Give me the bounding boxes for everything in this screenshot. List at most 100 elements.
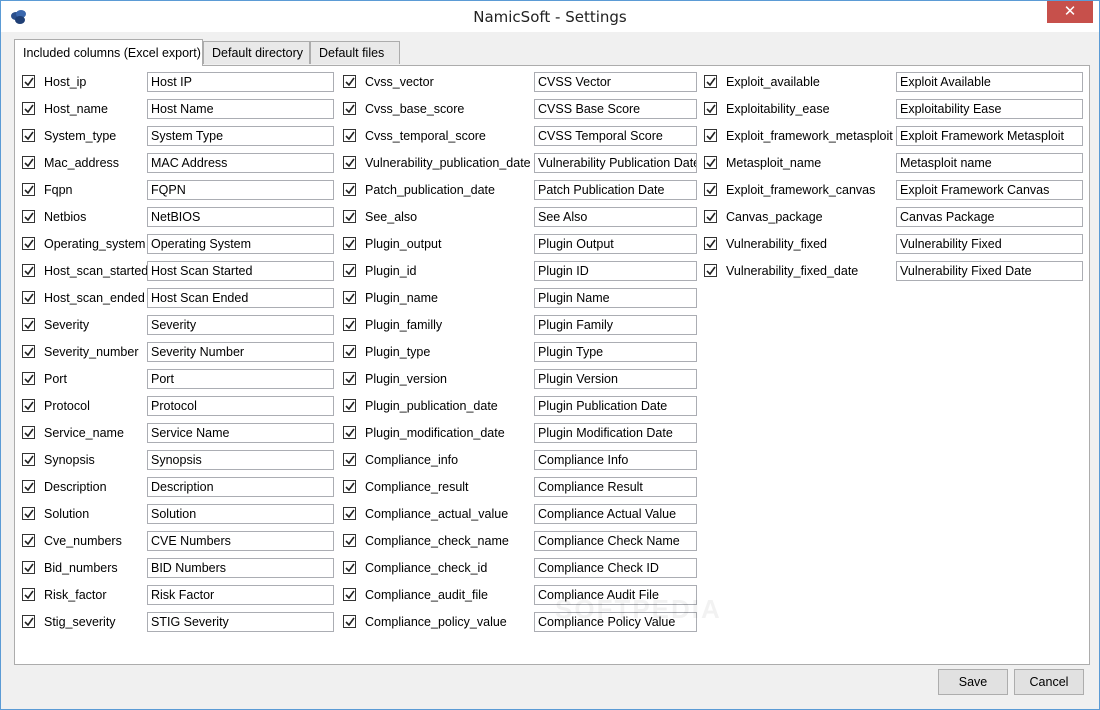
include-checkbox[interactable] (343, 129, 356, 142)
include-checkbox[interactable] (343, 426, 356, 439)
include-checkbox[interactable] (22, 507, 35, 520)
column-header-input[interactable]: CVSS Vector (534, 72, 697, 92)
column-header-input[interactable]: System Type (147, 126, 334, 146)
column-header-input[interactable]: Host Scan Ended (147, 288, 334, 308)
include-checkbox[interactable] (343, 480, 356, 493)
column-header-input[interactable]: CVE Numbers (147, 531, 334, 551)
include-checkbox[interactable] (343, 102, 356, 115)
include-checkbox[interactable] (22, 237, 35, 250)
column-header-input[interactable]: Vulnerability Fixed Date (896, 261, 1083, 281)
include-checkbox[interactable] (343, 399, 356, 412)
include-checkbox[interactable] (704, 237, 717, 250)
column-header-input[interactable]: MAC Address (147, 153, 334, 173)
column-header-input[interactable]: Compliance Actual Value (534, 504, 697, 524)
include-checkbox[interactable] (22, 210, 35, 223)
column-header-input[interactable]: Metasploit name (896, 153, 1083, 173)
include-checkbox[interactable] (22, 75, 35, 88)
column-header-input[interactable]: Compliance Info (534, 450, 697, 470)
column-header-input[interactable]: Plugin Publication Date (534, 396, 697, 416)
include-checkbox[interactable] (704, 264, 717, 277)
include-checkbox[interactable] (22, 183, 35, 196)
close-button[interactable]: ✕ (1047, 1, 1093, 23)
column-header-input[interactable]: Exploit Framework Metasploit (896, 126, 1083, 146)
column-header-input[interactable]: FQPN (147, 180, 334, 200)
tab-default-files[interactable]: Default files (310, 41, 400, 64)
column-header-input[interactable]: Solution (147, 504, 334, 524)
column-header-input[interactable]: Compliance Audit File (534, 585, 697, 605)
include-checkbox[interactable] (704, 210, 717, 223)
include-checkbox[interactable] (22, 426, 35, 439)
column-header-input[interactable]: Operating System (147, 234, 334, 254)
column-header-input[interactable]: BID Numbers (147, 558, 334, 578)
include-checkbox[interactable] (343, 453, 356, 466)
include-checkbox[interactable] (343, 264, 356, 277)
column-header-input[interactable]: Plugin Family (534, 315, 697, 335)
include-checkbox[interactable] (22, 318, 35, 331)
include-checkbox[interactable] (343, 291, 356, 304)
include-checkbox[interactable] (22, 102, 35, 115)
include-checkbox[interactable] (22, 264, 35, 277)
column-header-input[interactable]: Host Scan Started (147, 261, 334, 281)
column-header-input[interactable]: Port (147, 369, 334, 389)
include-checkbox[interactable] (343, 615, 356, 628)
tab-included-columns[interactable]: Included columns (Excel export) (14, 39, 203, 66)
include-checkbox[interactable] (22, 372, 35, 385)
column-header-input[interactable]: Vulnerability Publication Date (534, 153, 697, 173)
include-checkbox[interactable] (343, 318, 356, 331)
include-checkbox[interactable] (22, 534, 35, 547)
include-checkbox[interactable] (22, 399, 35, 412)
column-header-input[interactable]: CVSS Base Score (534, 99, 697, 119)
column-header-input[interactable]: Severity (147, 315, 334, 335)
column-header-input[interactable]: Exploit Framework Canvas (896, 180, 1083, 200)
include-checkbox[interactable] (22, 615, 35, 628)
column-header-input[interactable]: Plugin Version (534, 369, 697, 389)
include-checkbox[interactable] (343, 561, 356, 574)
column-header-input[interactable]: Patch Publication Date (534, 180, 697, 200)
cancel-button[interactable]: Cancel (1014, 669, 1084, 695)
include-checkbox[interactable] (22, 345, 35, 358)
column-header-input[interactable]: NetBIOS (147, 207, 334, 227)
column-header-input[interactable]: Plugin Modification Date (534, 423, 697, 443)
include-checkbox[interactable] (22, 480, 35, 493)
include-checkbox[interactable] (343, 372, 356, 385)
include-checkbox[interactable] (22, 453, 35, 466)
include-checkbox[interactable] (343, 534, 356, 547)
include-checkbox[interactable] (343, 156, 356, 169)
column-header-input[interactable]: Plugin Type (534, 342, 697, 362)
column-header-input[interactable]: Compliance Policy Value (534, 612, 697, 632)
include-checkbox[interactable] (343, 237, 356, 250)
column-header-input[interactable]: Compliance Result (534, 477, 697, 497)
include-checkbox[interactable] (22, 129, 35, 142)
column-header-input[interactable]: STIG Severity (147, 612, 334, 632)
column-header-input[interactable]: Risk Factor (147, 585, 334, 605)
title-bar[interactable]: NamicSoft - Settings ✕ (1, 1, 1099, 32)
save-button[interactable]: Save (938, 669, 1008, 695)
column-header-input[interactable]: Description (147, 477, 334, 497)
include-checkbox[interactable] (704, 129, 717, 142)
include-checkbox[interactable] (704, 156, 717, 169)
include-checkbox[interactable] (22, 561, 35, 574)
column-header-input[interactable]: Service Name (147, 423, 334, 443)
column-header-input[interactable]: Protocol (147, 396, 334, 416)
column-header-input[interactable]: Compliance Check Name (534, 531, 697, 551)
column-header-input[interactable]: Plugin Output (534, 234, 697, 254)
include-checkbox[interactable] (343, 507, 356, 520)
include-checkbox[interactable] (343, 210, 356, 223)
column-header-input[interactable]: Plugin ID (534, 261, 697, 281)
include-checkbox[interactable] (22, 588, 35, 601)
column-header-input[interactable]: Exploitability Ease (896, 99, 1083, 119)
column-header-input[interactable]: Synopsis (147, 450, 334, 470)
include-checkbox[interactable] (343, 345, 356, 358)
column-header-input[interactable]: CVSS Temporal Score (534, 126, 697, 146)
column-header-input[interactable]: Plugin Name (534, 288, 697, 308)
column-header-input[interactable]: Compliance Check ID (534, 558, 697, 578)
column-header-input[interactable]: Host Name (147, 99, 334, 119)
column-header-input[interactable]: See Also (534, 207, 697, 227)
column-header-input[interactable]: Host IP (147, 72, 334, 92)
column-header-input[interactable]: Canvas Package (896, 207, 1083, 227)
include-checkbox[interactable] (343, 588, 356, 601)
include-checkbox[interactable] (22, 291, 35, 304)
include-checkbox[interactable] (704, 183, 717, 196)
include-checkbox[interactable] (343, 75, 356, 88)
column-header-input[interactable]: Severity Number (147, 342, 334, 362)
